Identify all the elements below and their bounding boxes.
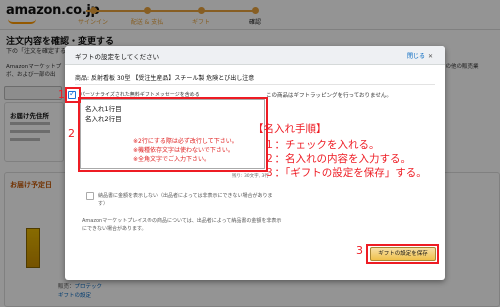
gift-product: 商品: 反射看板 30型 【受注生産品】スチール製 危険とび出し注意 — [75, 73, 254, 82]
annotation-box-save — [366, 244, 439, 264]
close-button[interactable]: 閉じる ✕ — [407, 51, 433, 60]
howto-step: １：チェックを入れる。 — [264, 139, 380, 151]
annotation-number: 3 — [356, 244, 363, 257]
marketplace-note: Amazonマーケットプレイス®の商品については、出品者によって納品書の金額を非… — [82, 218, 282, 232]
product-label: 商品: — [75, 75, 90, 82]
howto-step: ３：「ギフトの設定を保存」する。 — [264, 167, 427, 179]
product-name: 反射看板 30型 【受注生産品】スチール製 危険とび出し注意 — [90, 75, 255, 82]
modal-title: ギフトの設定をしてください — [75, 53, 160, 61]
annotation-number: 2 — [68, 127, 75, 140]
divider — [75, 84, 435, 85]
annotation-number: 1 — [58, 88, 65, 101]
no-gift-wrapping-note: この商品はギフトラッピングを行っておりません。 — [266, 93, 392, 99]
howto-title: 【名入れ手順】 — [253, 123, 327, 135]
hide-price-checkbox-label: 納品書に金額を表示しない（出品者によっては非表示にできない場合があります） — [98, 193, 273, 207]
hide-price-checkbox[interactable] — [86, 192, 94, 200]
modal-header: ギフトの設定をしてください 閉じる ✕ — [65, 46, 445, 65]
close-icon: ✕ — [427, 53, 433, 60]
close-label: 閉じる — [406, 53, 425, 60]
howto-step: ２：名入れの内容を入力する。 — [264, 153, 411, 165]
annotation-box-message — [78, 97, 268, 172]
